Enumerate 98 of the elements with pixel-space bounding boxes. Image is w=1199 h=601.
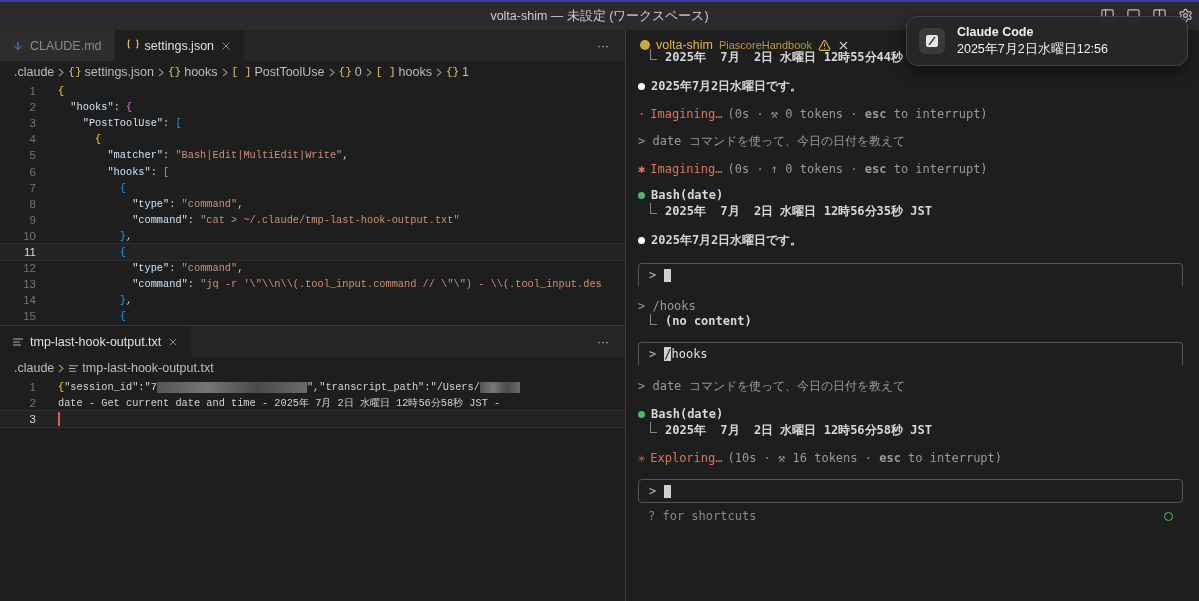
code-line: "type": "command", (131, 197, 244, 210)
breadcrumb-item[interactable]: {} 1 (445, 65, 470, 79)
assistant-message: 2025年7月2日水曜日です。 (651, 232, 803, 249)
user-prompt: > /hooks (638, 299, 696, 313)
tree-elbow-icon (650, 314, 657, 325)
notification-body: 2025年7月2日水曜日12:56 (957, 40, 1108, 58)
code-line: {"session_id":"7 ","transcript_path":"/Users/ (58, 381, 520, 394)
code-line: "command": "cat > ~/.claude/tmp-last-hook-output.txt" (131, 213, 460, 226)
breadcrumb-item[interactable]: [ ] PostToolUse (231, 65, 325, 79)
prompt-input[interactable]: > (638, 479, 1183, 503)
prompt-input[interactable]: > /hooks (638, 342, 1183, 366)
breadcrumb-item[interactable]: [ ] hooks (375, 65, 432, 79)
assistant-message: Bash(date) (651, 188, 724, 202)
code-line: { (118, 181, 126, 194)
line-number: 4 (28, 133, 37, 146)
code-line: "matcher": "Bash|Edit|MultiEdit|Write", (106, 149, 349, 162)
breadcrumb-item[interactable]: {} 0 (338, 65, 362, 79)
editor-tab[interactable]: tmp-last-hook-output.txt (0, 326, 193, 357)
settings-icon[interactable] (1177, 7, 1193, 23)
user-prompt: > date コマンドを使って、今日の日付を教えて (638, 379, 905, 393)
code-line: { (58, 85, 65, 98)
more-actions-button[interactable]: ··· (581, 30, 625, 61)
line-number: 12 (22, 262, 37, 275)
editor-tab[interactable]: CLAUDE.md (0, 30, 115, 61)
breadcrumb-item[interactable]: {} settings.json (68, 65, 154, 79)
app-icon (919, 28, 945, 54)
command-output: 2025年 7月 2日 水曜日 12時56分58秒 JST (665, 422, 932, 439)
window-title: volta-shim — 未設定 (ワークスペース) (490, 7, 709, 25)
json-file-icon (126, 39, 139, 52)
line-number: 2 (28, 397, 37, 410)
breadcrumb-item[interactable]: tmp-last-hook-output.txt (68, 361, 214, 375)
code-line: }, (118, 229, 133, 242)
line-number: 8 (28, 197, 37, 210)
tree-elbow-icon (650, 49, 657, 60)
user-prompt: > date コマンドを使って、今日の日付を教えて (638, 134, 905, 148)
status-detail: (0s · ⚒ 0 tokens · esc to interrupt) (727, 107, 988, 121)
line-number: 9 (28, 213, 37, 226)
breadcrumb-item[interactable]: .claude (14, 65, 55, 79)
status-verb: Imagining… (650, 107, 723, 121)
command-output: (no content) (665, 314, 752, 328)
chevron-icon (328, 67, 335, 77)
project-name: PiascoreHandbook (718, 39, 812, 51)
line-number: 13 (22, 278, 37, 291)
tree-elbow-icon (650, 422, 657, 433)
breadcrumb-item[interactable]: {} hooks (168, 65, 218, 79)
spinner-glyph: · (638, 107, 646, 121)
spinner-glyph: ✱ (638, 162, 646, 176)
chevron-icon (221, 67, 228, 77)
assistant-message: Bash(date) (651, 407, 724, 421)
line-number: 1 (28, 381, 37, 394)
code-line: "PostToolUse": [ (81, 117, 182, 130)
chevron-icon (435, 67, 442, 77)
notification-card[interactable]: Claude Code 2025年7月2日水曜日12:56 (906, 16, 1188, 66)
line-number: 3 (28, 117, 37, 130)
code-line: date - Get current date and time - 2025年 7月 2日 水曜日 12時56分58秒 JST - (58, 396, 501, 411)
terminal-name: volta-shim (656, 38, 713, 52)
chevron-icon (58, 363, 65, 373)
status-detail: (10s · ⚒ 16 tokens · esc to interrupt) (727, 451, 1003, 465)
status-verb: Imagining… (650, 162, 723, 176)
code-line: "command": "jq -r '\"\\n\\(.tool_input.command // \"\") - \\(.tool_input.des (131, 278, 602, 291)
warning-icon (817, 38, 831, 52)
code-line: "hooks": [ (106, 165, 170, 178)
shortcuts-hint: ? for shortcuts (648, 509, 757, 523)
text-file-icon (68, 362, 80, 374)
assistant-message: 2025年7月2日水曜日です。 (651, 78, 803, 95)
line-number: 3 (28, 413, 37, 426)
code-line: }, (118, 294, 133, 307)
command-output: 2025年 7月 2日 水曜日 12時56分35秒 JST (665, 203, 932, 220)
code-line: { (118, 246, 126, 258)
line-number: 10 (22, 229, 37, 242)
chevron-icon (365, 67, 372, 77)
breadcrumb-item[interactable]: .claude (14, 361, 55, 375)
terminal-icon (640, 40, 650, 50)
code-line: "type": "command", (131, 262, 244, 275)
code-line: { (94, 133, 102, 146)
line-number: 15 (22, 310, 37, 323)
line-number: 5 (28, 149, 37, 162)
more-actions-button[interactable]: ··· (581, 326, 625, 357)
prompt-input[interactable]: > (638, 263, 1183, 287)
chevron-icon (58, 67, 65, 77)
notification-title: Claude Code (957, 24, 1035, 39)
chevron-icon (158, 67, 164, 77)
line-number: 1 (28, 85, 37, 98)
code-line: { (118, 310, 126, 323)
text-file-icon (12, 335, 24, 348)
line-number: 14 (22, 294, 37, 307)
command-output: 2025年 7月 2日 水曜日 12時55分44秒 (665, 49, 904, 66)
line-number: 11 (23, 246, 37, 258)
spinner-glyph: ✳ (638, 451, 646, 465)
status-detail: (0s · ↑ 0 tokens · esc to interrupt) (727, 162, 988, 176)
line-number: 2 (28, 101, 37, 114)
line-number: 6 (28, 165, 37, 178)
editor-tab[interactable]: settings.json (114, 30, 246, 61)
line-number: 7 (28, 181, 37, 194)
status-verb: Exploring… (650, 451, 723, 465)
code-line: "hooks": { (69, 101, 133, 114)
tree-elbow-icon (650, 203, 657, 214)
markdown-file-icon (12, 39, 24, 52)
